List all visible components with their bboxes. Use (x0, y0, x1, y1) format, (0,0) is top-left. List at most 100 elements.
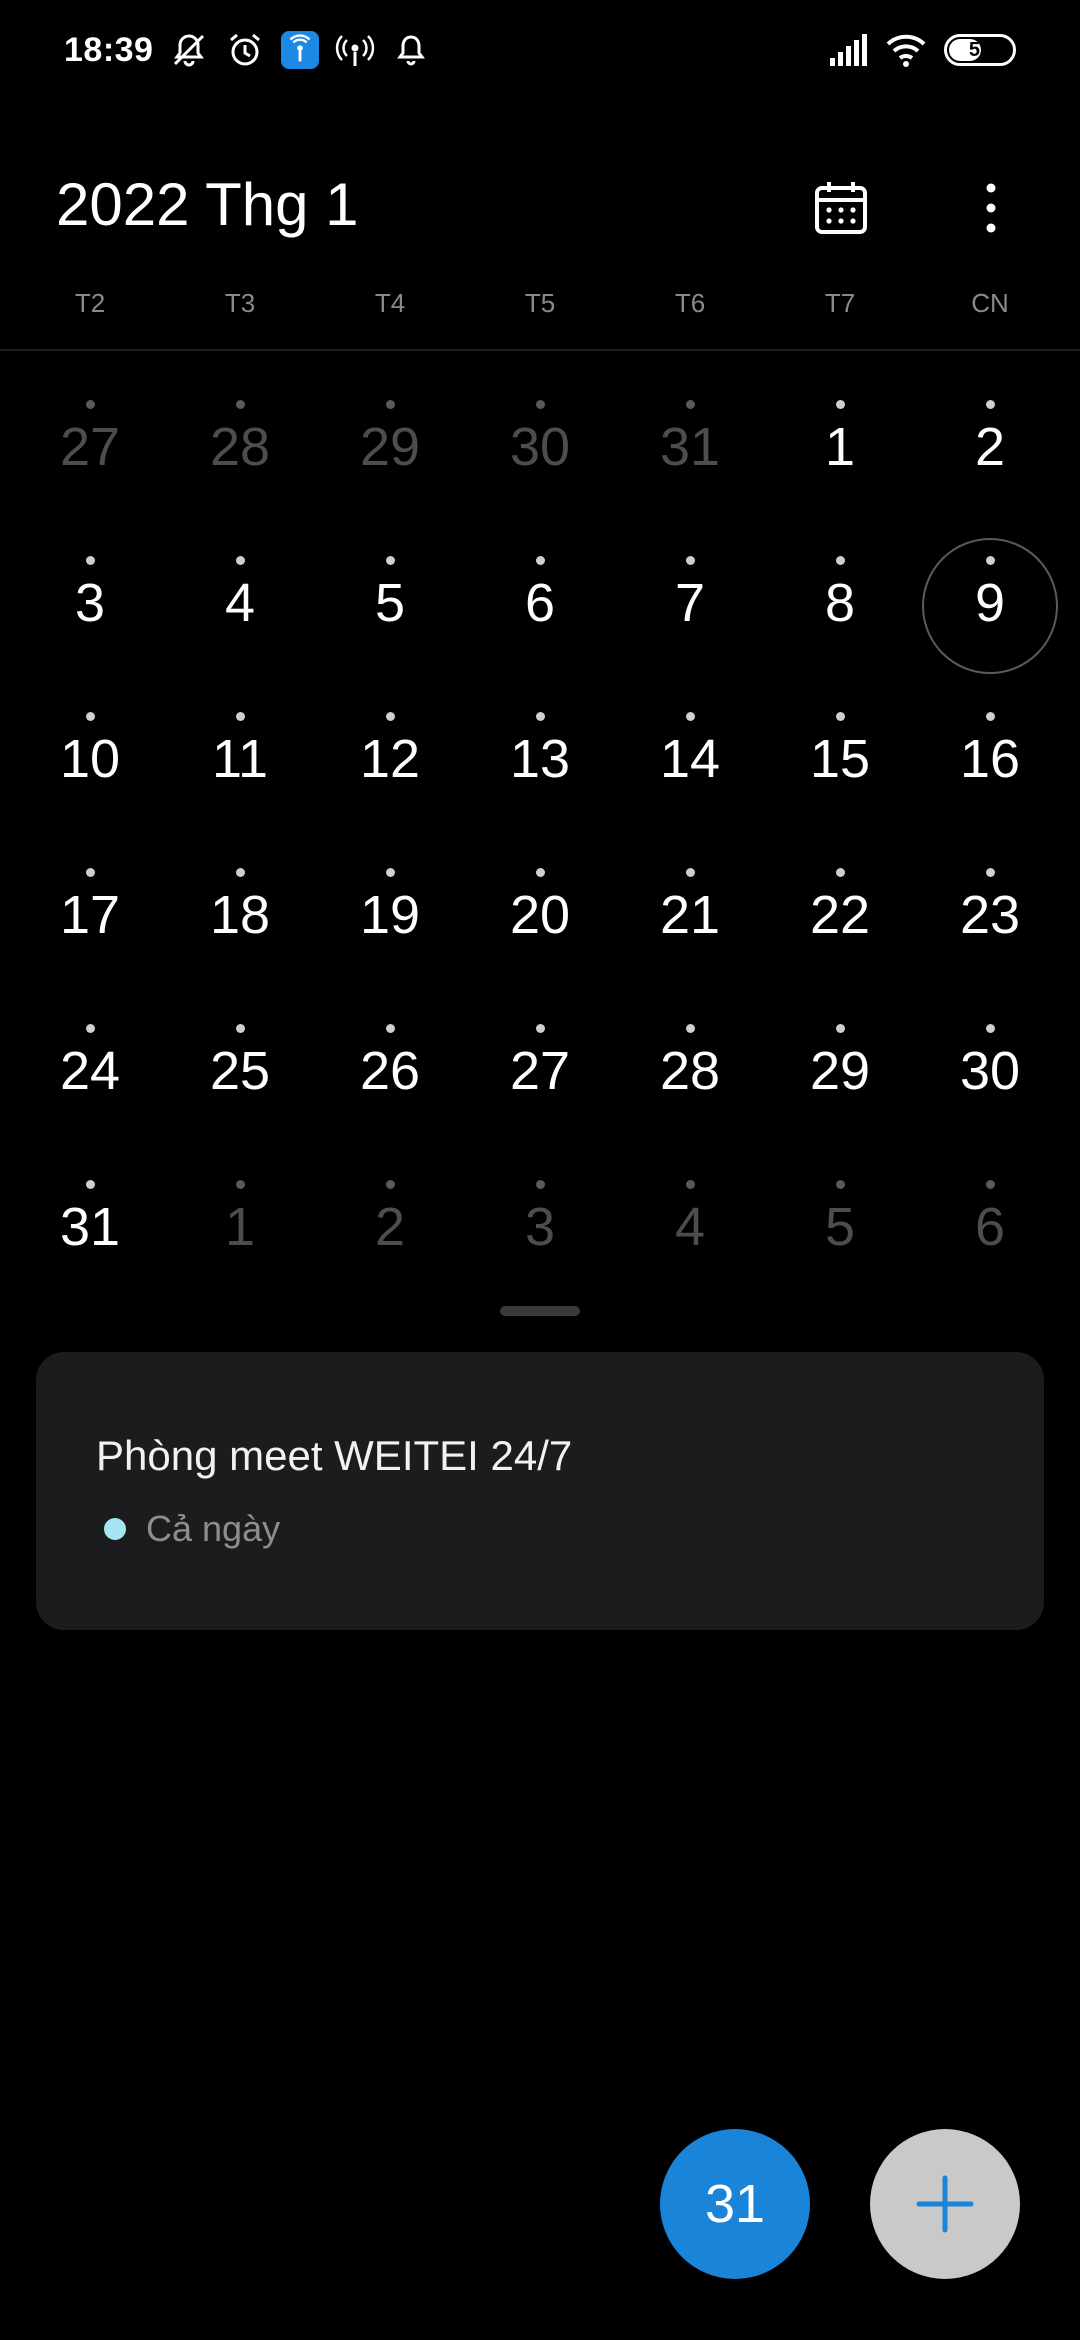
day-cell[interactable]: 4 (165, 526, 315, 682)
day-cell[interactable]: 13 (465, 682, 615, 838)
day-cell[interactable]: 12 (315, 682, 465, 838)
day-cell[interactable]: 10 (15, 682, 165, 838)
day-number: 30 (509, 417, 571, 477)
day-cell[interactable]: 28 (165, 370, 315, 526)
day-cell[interactable]: 23 (915, 838, 1065, 994)
event-indicator-dot (535, 712, 545, 721)
month-title[interactable]: 2022 Thg 1 (56, 170, 359, 239)
day-cell[interactable]: 2 (915, 370, 1065, 526)
day-number: 10 (59, 729, 121, 789)
day-number: 3 (524, 1197, 556, 1257)
day-cell[interactable]: 31 (615, 370, 765, 526)
event-indicator-dot (835, 1180, 845, 1189)
day-cell[interactable]: 31 (15, 1150, 165, 1306)
day-number: 8 (824, 573, 856, 633)
notification-bell-icon (391, 30, 431, 70)
day-number: 1 (224, 1197, 256, 1257)
month-grid: 27 28 29 30 31 1 2 3 4 5 6 7 8 9 10 11 12 13 14 15 16 17 18 19 2… (15, 370, 1065, 1306)
battery-level: 55 (968, 38, 992, 61)
day-cell[interactable]: 8 (765, 526, 915, 682)
calendar-view-button[interactable] (801, 168, 881, 248)
day-number: 6 (974, 1197, 1006, 1257)
more-options-button[interactable] (951, 168, 1031, 248)
day-cell[interactable]: 17 (15, 838, 165, 994)
day-cell[interactable]: 25 (165, 994, 315, 1150)
event-color-dot (104, 1518, 126, 1540)
day-cell[interactable]: 5 (315, 526, 465, 682)
day-cell[interactable]: 3 (15, 526, 165, 682)
event-subline: Cả ngày (96, 1508, 1044, 1550)
day-cell[interactable]: 7 (615, 526, 765, 682)
day-number: 18 (209, 885, 271, 945)
event-indicator-dot (535, 1180, 545, 1189)
event-time: Cả ngày (146, 1508, 281, 1549)
drag-handle[interactable] (500, 1306, 580, 1316)
day-cell[interactable]: 5 (765, 1150, 915, 1306)
day-number: 29 (809, 1041, 871, 1101)
day-cell[interactable]: 19 (315, 838, 465, 994)
event-indicator-dot (685, 712, 695, 721)
day-cell[interactable]: 22 (765, 838, 915, 994)
day-number: 30 (959, 1041, 1021, 1101)
day-cell[interactable]: 29 (765, 994, 915, 1150)
day-number: 11 (211, 729, 269, 789)
day-number: 7 (674, 573, 706, 633)
event-indicator-dot (385, 712, 395, 721)
day-number: 2 (374, 1197, 406, 1257)
day-cell[interactable]: 14 (615, 682, 765, 838)
go-to-today-button[interactable]: 31 (660, 2129, 810, 2279)
day-cell[interactable]: 27 (15, 370, 165, 526)
day-cell[interactable]: 28 (615, 994, 765, 1150)
day-cell[interactable]: 27 (465, 994, 615, 1150)
status-bar: 18:39 55 (0, 0, 1080, 100)
bell-muted-icon (169, 30, 209, 70)
day-number: 20 (509, 885, 571, 945)
event-indicator-dot (535, 556, 545, 565)
day-cell[interactable]: 2 (315, 1150, 465, 1306)
event-indicator-dot (85, 400, 95, 409)
day-cell[interactable]: 24 (15, 994, 165, 1150)
day-cell[interactable]: 11 (165, 682, 315, 838)
day-cell[interactable]: 16 (915, 682, 1065, 838)
day-number: 16 (959, 729, 1021, 789)
day-cell[interactable]: 21 (615, 838, 765, 994)
event-card[interactable]: Phòng meet WEITEI 24/7 Cả ngày (36, 1352, 1044, 1630)
event-indicator-dot (385, 1180, 395, 1189)
day-number: 23 (959, 885, 1021, 945)
day-cell[interactable]: 30 (915, 994, 1065, 1150)
day-number: 31 (659, 417, 721, 477)
event-indicator-dot (85, 712, 95, 721)
header-divider (0, 349, 1080, 351)
day-cell-today[interactable]: 9 (915, 526, 1065, 682)
day-cell[interactable]: 3 (465, 1150, 615, 1306)
day-number: 13 (509, 729, 571, 789)
event-indicator-dot (385, 868, 395, 877)
calendar-header: 2022 Thg 1 (0, 150, 1080, 260)
event-indicator-dot (685, 1024, 695, 1033)
hotspot-app-icon (281, 31, 320, 69)
day-cell[interactable]: 1 (165, 1150, 315, 1306)
day-number: 3 (74, 573, 106, 633)
day-number: 4 (224, 573, 256, 633)
day-cell[interactable]: 26 (315, 994, 465, 1150)
day-cell[interactable]: 6 (915, 1150, 1065, 1306)
day-number: 15 (809, 729, 871, 789)
day-cell[interactable]: 29 (315, 370, 465, 526)
day-cell[interactable]: 4 (615, 1150, 765, 1306)
day-cell[interactable]: 1 (765, 370, 915, 526)
day-number: 26 (359, 1041, 421, 1101)
wifi-icon (886, 30, 926, 70)
day-number: 27 (509, 1041, 571, 1101)
weekday-label: T4 (374, 288, 406, 318)
day-cell[interactable]: 6 (465, 526, 615, 682)
day-number: 4 (674, 1197, 706, 1257)
day-cell[interactable]: 15 (765, 682, 915, 838)
weekday-label: T2 (74, 288, 106, 318)
calendar-icon (815, 182, 867, 234)
day-cell[interactable]: 30 (465, 370, 615, 526)
day-cell[interactable]: 18 (165, 838, 315, 994)
event-indicator-dot (235, 712, 245, 721)
add-event-button[interactable] (870, 2129, 1020, 2279)
event-indicator-dot (235, 400, 245, 409)
day-cell[interactable]: 20 (465, 838, 615, 994)
